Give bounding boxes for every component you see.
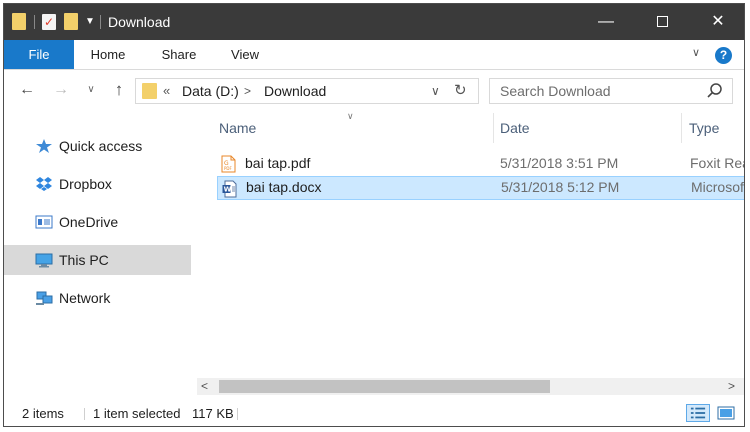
search-icon[interactable] <box>706 82 724 100</box>
address-bar[interactable]: « Data (D:) > Download ∨ ↻ <box>135 78 479 104</box>
breadcrumb-separator[interactable]: > <box>244 83 251 99</box>
divider <box>84 408 85 420</box>
scrollbar-thumb[interactable] <box>219 380 550 393</box>
sidebar-item-label: OneDrive <box>59 214 119 230</box>
file-row[interactable]: G PDF bai tap.pdf 5/31/2018 3:51 PM Foxi… <box>217 152 745 176</box>
up-button[interactable]: ↑ <box>108 79 130 101</box>
computer-icon <box>35 253 53 268</box>
maximize-icon <box>656 16 668 28</box>
column-divider[interactable] <box>493 113 494 143</box>
large-icons-view-icon[interactable] <box>716 405 736 421</box>
expand-ribbon-icon[interactable]: ∨ <box>692 46 700 59</box>
folder-icon <box>142 83 157 99</box>
breadcrumb-download[interactable]: Download <box>264 83 326 99</box>
details-view-icon[interactable] <box>686 404 710 422</box>
explorer-window: ✓ ▼ Download — ✕ File Home Share View ∨ … <box>3 3 745 427</box>
folder-icon <box>12 13 26 30</box>
tab-view[interactable]: View <box>218 40 272 69</box>
file-type: Microsof <box>691 179 744 195</box>
column-header-type[interactable]: Type <box>689 119 719 137</box>
network-icon <box>36 291 53 305</box>
column-divider[interactable] <box>681 113 682 143</box>
file-type: Foxit Rea <box>690 155 745 171</box>
divider <box>100 15 101 29</box>
properties-icon[interactable]: ✓ <box>42 14 56 30</box>
sidebar-item-onedrive[interactable]: OneDrive <box>4 207 191 237</box>
file-list: ∨ Name Date Type G PDF bai tap.pdf 5/31/… <box>197 109 745 379</box>
title-bar: ✓ ▼ Download — ✕ <box>4 4 744 40</box>
minimize-button[interactable]: — <box>578 4 634 40</box>
file-date: 5/31/2018 5:12 PM <box>501 179 620 195</box>
tab-share[interactable]: Share <box>149 40 209 69</box>
sidebar-item-label: Dropbox <box>59 176 112 192</box>
file-row[interactable]: W bai tap.docx 5/31/2018 5:12 PM Microso… <box>217 176 744 200</box>
file-name: bai tap.pdf <box>245 155 311 171</box>
scroll-left-icon[interactable]: < <box>201 378 208 395</box>
address-overflow[interactable]: « <box>163 83 170 99</box>
selection-size: 117 KB <box>192 406 234 421</box>
scroll-right-icon[interactable]: > <box>728 378 735 395</box>
column-header-name[interactable]: Name <box>219 119 256 137</box>
forward-button[interactable]: → <box>50 79 72 101</box>
maximize-button[interactable] <box>634 4 690 40</box>
file-date: 5/31/2018 3:51 PM <box>500 155 619 171</box>
navigation-bar: ← → ∨ ↑ « Data (D:) > Download ∨ ↻ Searc… <box>4 71 744 109</box>
star-icon <box>36 139 52 153</box>
sort-chevron-icon: ∨ <box>347 111 354 121</box>
address-dropdown-icon[interactable]: ∨ <box>431 82 440 100</box>
new-folder-icon[interactable] <box>64 13 78 30</box>
item-count: 2 items <box>22 406 64 421</box>
sidebar-item-label: This PC <box>59 252 109 268</box>
window-title: Download <box>108 14 171 30</box>
column-header-date[interactable]: Date <box>500 119 530 137</box>
onedrive-icon <box>35 215 53 229</box>
sidebar-item-this-pc[interactable]: This PC <box>4 245 191 275</box>
quick-access-dropdown-icon[interactable]: ▼ <box>85 14 95 32</box>
word-file-icon: W <box>222 180 237 198</box>
navigation-pane: Quick access Dropbox OneDrive This PC Ne… <box>4 109 194 393</box>
help-icon[interactable]: ? <box>715 47 732 64</box>
tab-home[interactable]: Home <box>76 40 140 69</box>
divider <box>237 408 238 420</box>
sidebar-item-label: Quick access <box>59 138 143 154</box>
svg-text:PDF: PDF <box>224 166 232 171</box>
dropbox-icon <box>36 177 52 191</box>
refresh-icon[interactable]: ↻ <box>454 81 467 101</box>
sidebar-item-network[interactable]: Network <box>4 283 191 313</box>
recent-locations-button[interactable]: ∨ <box>80 79 102 101</box>
search-input[interactable]: Search Download <box>489 78 733 104</box>
sidebar-item-quick-access[interactable]: Quick access <box>4 131 191 161</box>
file-name: bai tap.docx <box>246 179 322 195</box>
back-button[interactable]: ← <box>16 79 38 101</box>
sidebar-item-label: Network <box>59 290 111 306</box>
close-button[interactable]: ✕ <box>690 4 744 40</box>
status-bar: 2 items 1 item selected 117 KB <box>4 398 744 426</box>
ribbon: File Home Share View ∨ ? <box>4 40 744 70</box>
breadcrumb-drive[interactable]: Data (D:) <box>182 83 239 99</box>
search-placeholder: Search Download <box>500 83 611 99</box>
divider <box>34 15 35 29</box>
selection-status: 1 item selected <box>93 406 181 421</box>
svg-text:W: W <box>224 186 232 194</box>
pdf-file-icon: G PDF <box>221 155 236 173</box>
tab-file[interactable]: File <box>4 40 74 69</box>
horizontal-scrollbar[interactable]: < > <box>197 378 744 395</box>
sidebar-item-dropbox[interactable]: Dropbox <box>4 169 191 199</box>
